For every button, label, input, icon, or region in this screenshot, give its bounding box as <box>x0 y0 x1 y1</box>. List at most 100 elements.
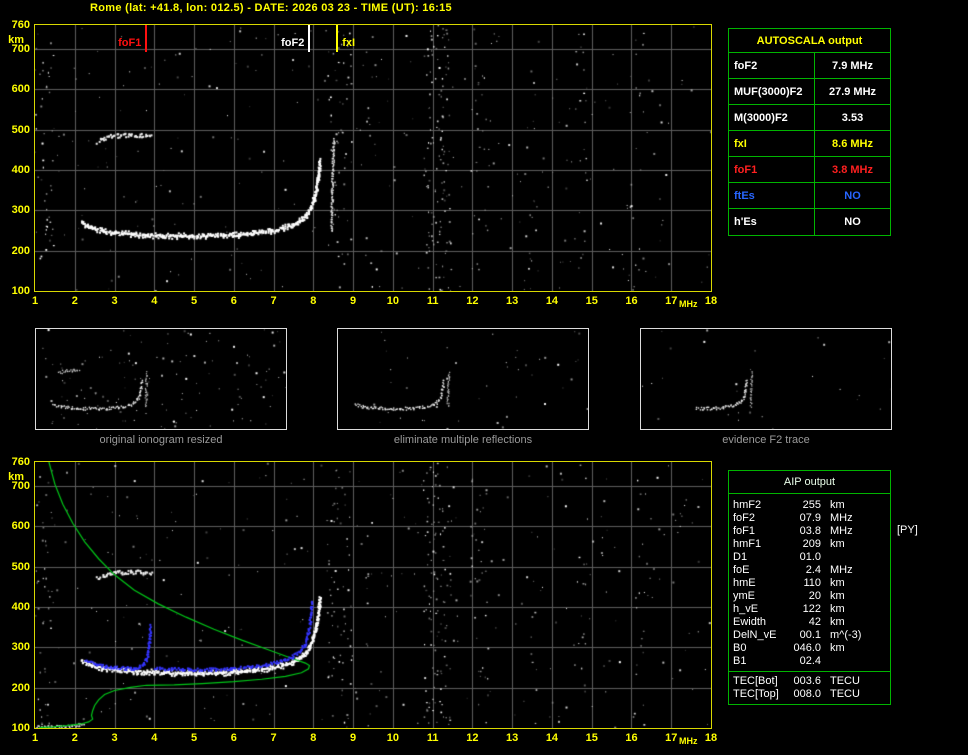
param-value: 42 <box>808 616 821 628</box>
param-value: 209 <box>802 538 821 550</box>
x-tick-label: 3 <box>111 732 118 744</box>
param-label: fxI <box>729 131 815 156</box>
aip-output-body: hmF2 255 km foF2 07.9 MHz foF1 03.8 MHz … <box>729 494 890 704</box>
table-row: B1 02.4 <box>729 655 890 668</box>
y-tick-label: 500 <box>11 560 30 573</box>
y-tick-label: 200 <box>11 681 30 694</box>
param-value: NO <box>844 216 861 228</box>
param-value: 27.9 MHz <box>828 86 877 98</box>
param-value: 3.8 MHz <box>832 164 873 176</box>
param-value: 008.0 <box>793 688 821 700</box>
station-title: Rome (lat: +41.8, lon: 012.5) - DATE: 20… <box>90 2 452 14</box>
param-value: 7.9 MHz <box>832 60 873 72</box>
param-value: 003.6 <box>793 675 821 687</box>
param-label: DelN_vE <box>733 629 777 641</box>
tec-section: TEC[Bot] 003.6 TECU TEC[Top] 008.0 TECU <box>729 671 890 701</box>
y-tick-label: 500 <box>11 123 30 136</box>
x-tick-label: 14 <box>545 732 559 744</box>
y-tick-label: 400 <box>11 164 30 177</box>
x-tick-label: 9 <box>350 732 357 744</box>
param-value: 255 <box>802 499 821 511</box>
param-label: ymE <box>733 590 755 602</box>
x-tick-label: 18 <box>704 295 718 307</box>
foF1-marker-label: foF1 <box>118 37 142 49</box>
param-unit: km <box>830 603 845 615</box>
param-label: hmE <box>733 577 756 589</box>
table-row: foF1 03.8 MHz <box>729 525 890 538</box>
y-tick-label: 400 <box>11 601 30 614</box>
x-tick-label: 6 <box>230 732 237 744</box>
y-tick-label: 760 <box>11 19 30 31</box>
foF2-marker-label: foF2 <box>281 37 305 49</box>
py-flag-note: [PY] <box>897 524 918 536</box>
param-label: MUF(3000)F2 <box>729 79 815 104</box>
x-tick-label: 7 <box>270 295 277 307</box>
table-row: foF2 7.9 MHz <box>729 53 890 79</box>
y-tick-label: 100 <box>11 285 30 297</box>
table-row: TEC[Top] 008.0 TECU <box>729 688 890 701</box>
ionogram-plot-bottom <box>34 461 712 729</box>
param-value: 046.0 <box>793 642 821 654</box>
param-label: h'Es <box>729 209 815 235</box>
x-tick-label: 2 <box>71 295 78 307</box>
param-unit <box>821 655 830 668</box>
param-label: B1 <box>733 655 747 667</box>
ionogram-canvas-bottom <box>35 462 711 728</box>
param-unit <box>821 551 830 564</box>
param-label: M(3000)F2 <box>729 105 815 130</box>
aip-output-title: AIP output <box>729 471 890 494</box>
x-tick-label: 10 <box>386 732 399 744</box>
table-row: M(3000)F2 3.53 <box>729 105 890 131</box>
x-axis-unit: MHz <box>679 736 698 746</box>
table-row: hmE 110 km <box>729 577 890 590</box>
x-tick-label: 13 <box>506 295 519 307</box>
table-row: MUF(3000)F2 27.9 MHz <box>729 79 890 105</box>
param-label: foF1 <box>729 157 815 182</box>
y-axis-unit: km <box>8 34 24 46</box>
table-row: ftEs NO <box>729 183 890 209</box>
table-row: TEC[Bot] 003.6 TECU <box>729 675 890 688</box>
x-tick-label: 11 <box>426 295 439 307</box>
x-tick-label: 15 <box>585 295 598 307</box>
param-label: TEC[Bot] <box>733 675 778 687</box>
x-tick-label: 8 <box>310 732 317 744</box>
x-tick-label: 12 <box>466 295 479 307</box>
table-row: hmF1 209 km <box>729 538 890 551</box>
thumbnail-f2-trace <box>640 328 892 430</box>
param-value: 3.53 <box>841 112 864 124</box>
param-label: TEC[Top] <box>733 688 779 700</box>
y-tick-label: 760 <box>11 456 30 468</box>
table-row: hmF2 255 km <box>729 499 890 512</box>
x-tick-label: 16 <box>625 295 638 307</box>
param-value: 02.4 <box>799 655 821 667</box>
x-axis-unit: MHz <box>679 299 698 309</box>
param-label: h_vE <box>733 603 759 615</box>
table-row: foE 2.4 MHz <box>729 564 890 577</box>
param-value: 00.1 <box>799 629 821 641</box>
param-label: foF1 <box>733 525 756 537</box>
x-tick-label: 12 <box>466 732 479 744</box>
x-tick-label: 8 <box>310 295 317 307</box>
x-tick-label: 2 <box>71 732 78 744</box>
param-label: hmF2 <box>733 499 762 511</box>
thumbnail-caption: eliminate multiple reflections <box>393 434 533 446</box>
param-value: 20 <box>808 590 821 602</box>
thumbnail-caption: evidence F2 trace <box>722 434 810 446</box>
x-tick-label: 13 <box>506 732 519 744</box>
y-tick-label: 300 <box>11 641 30 654</box>
thumbnail-caption: original ionogram resized <box>99 434 223 446</box>
ionogram-canvas-top <box>35 25 711 291</box>
thumbnail-canvas-f2 <box>641 329 891 429</box>
autoscala-output-table: AUTOSCALA output foF2 7.9 MHz MUF(3000)F… <box>728 28 891 236</box>
y-tick-label: 600 <box>11 520 30 533</box>
y-tick-label: 600 <box>11 83 30 96</box>
param-value: 122 <box>802 603 821 615</box>
table-row: DelN_vE 00.1 m^(-3) <box>729 629 890 642</box>
param-label: hmF1 <box>733 538 762 550</box>
param-unit: MHz <box>830 525 853 537</box>
x-tick-label: 4 <box>151 295 158 307</box>
param-label: D1 <box>733 551 748 563</box>
autoscala-window: Rome (lat: +41.8, lon: 012.5) - DATE: 20… <box>0 0 968 755</box>
table-row: D1 01.0 <box>729 551 890 564</box>
table-row: foF1 3.8 MHz <box>729 157 890 183</box>
